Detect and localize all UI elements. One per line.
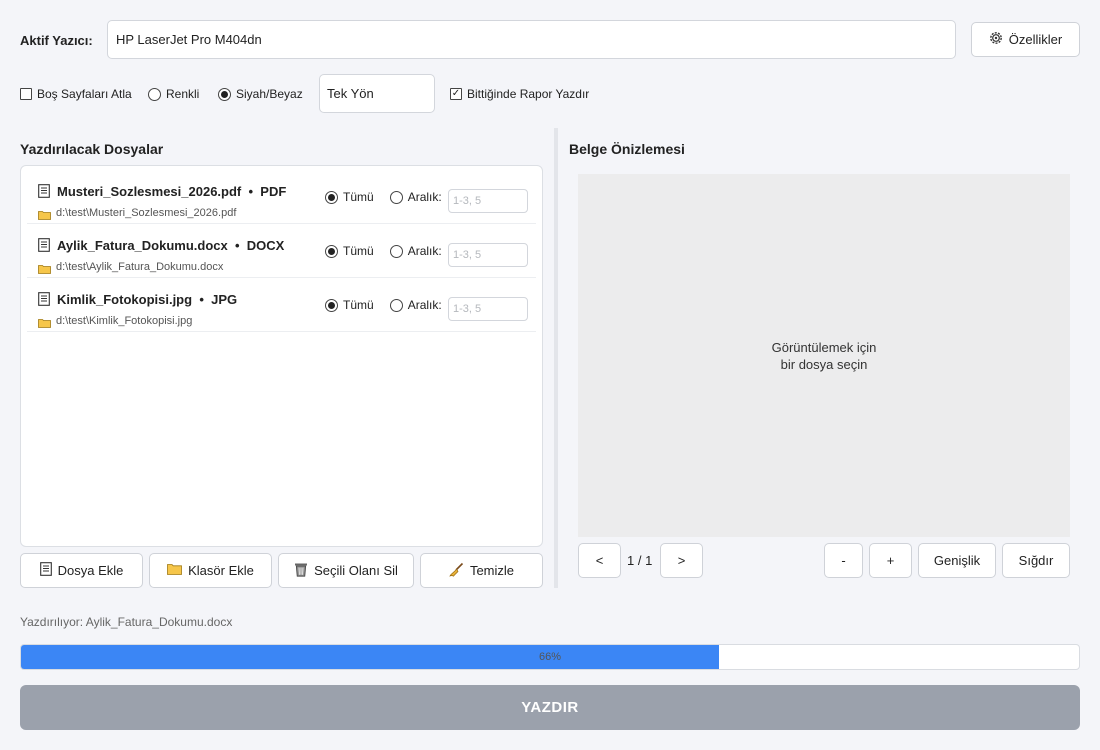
next-page-button[interactable]: > [660,543,703,578]
fit-page-button[interactable]: Sığdır [1002,543,1070,578]
clear-label: Temizle [469,563,515,578]
properties-label: Özellikler [1008,32,1063,47]
file-name: Aylik_Fatura_Dokumu.docx • DOCX [57,238,285,253]
color-radio[interactable] [148,87,161,101]
document-icon [39,562,52,579]
page-indicator: 1 / 1 [627,553,653,568]
file-path: d:\test\Aylik_Fatura_Dokumu.docx [56,261,224,273]
properties-button[interactable]: Özellikler [971,22,1080,57]
all-pages-label: Tümü [343,244,374,258]
range-input[interactable]: 1-3, 5 [448,297,528,321]
report-checkbox[interactable]: ✓ [450,88,462,100]
document-icon [38,184,50,201]
file-name: Kimlik_Fotokopisi.jpg • JPG [57,292,238,307]
progress-bar: 66% [20,644,1080,670]
add-folder-label: Klasör Ekle [188,563,254,578]
bw-label: Siyah/Beyaz [236,87,303,101]
page-mode-options: Tümü Aralık: [325,298,442,312]
gear-icon [989,31,1003,48]
folder-icon [167,563,183,578]
add-file-button[interactable]: Dosya Ekle [20,553,143,588]
zoom-in-button[interactable]: + [869,543,912,578]
report-option[interactable]: ✓ Bittiğinde Rapor Yazdır [450,87,589,101]
progress-text: 66% [538,651,562,663]
preview-placeholder-line1: Görüntülemek için [771,339,877,355]
range-radio[interactable] [389,244,403,258]
page-mode-options: Tümü Aralık: [325,190,442,204]
all-pages-radio[interactable] [325,190,338,204]
document-icon [38,238,50,255]
add-folder-button[interactable]: Klasör Ekle [149,553,272,588]
preview-title: Belge Önizlemesi [569,141,685,157]
file-path: d:\test\Kimlik_Fotokopisi.jpg [56,315,193,327]
bw-option[interactable]: Siyah/Beyaz [218,87,303,101]
print-button[interactable]: YAZDIR [20,685,1080,730]
all-pages-radio[interactable] [325,244,338,258]
document-icon [38,292,50,309]
printer-label: Aktif Yazıcı: [20,33,93,48]
file-row[interactable]: Musteri_Sozlesmesi_2026.pdf • PDF d:\tes… [27,170,536,224]
color-label: Renkli [166,87,200,101]
skip-blank-option[interactable]: Boş Sayfaları Atla [20,87,132,101]
files-section-title: Yazdırılacak Dosyalar [20,141,164,157]
range-label: Aralık: [407,244,442,258]
broom-icon [449,562,464,580]
range-radio[interactable] [389,298,403,312]
zoom-out-button[interactable]: - [824,543,863,578]
preview-placeholder-line2: bir dosya seçin [780,356,868,372]
range-input[interactable]: 1-3, 5 [448,243,528,267]
skip-blank-checkbox[interactable] [20,88,32,100]
delete-selected-button[interactable]: Seçili Olanı Sil [278,553,414,588]
panel-splitter[interactable] [554,128,558,588]
prev-page-button[interactable]: < [578,543,621,578]
files-list[interactable]: Musteri_Sozlesmesi_2026.pdf • PDF d:\tes… [20,165,543,547]
folder-icon [38,316,51,331]
file-row[interactable]: Kimlik_Fotokopisi.jpg • JPG d:\test\Kiml… [27,278,536,332]
trash-icon [294,562,308,580]
range-label: Aralık: [407,190,442,204]
bw-radio[interactable] [218,87,231,101]
all-pages-label: Tümü [343,298,374,312]
page-mode-options: Tümü Aralık: [325,244,442,258]
clear-button[interactable]: Temizle [420,553,543,588]
all-pages-label: Tümü [343,190,374,204]
duplex-select[interactable]: Tek Yön [319,74,435,113]
folder-icon [38,208,51,223]
delete-selected-label: Seçili Olanı Sil [314,563,398,578]
report-label: Bittiğinde Rapor Yazdır [467,87,590,101]
printer-field[interactable]: HP LaserJet Pro M404dn [107,20,956,59]
all-pages-radio[interactable] [325,298,338,312]
preview-area: Görüntülemek için bir dosya seçin [578,174,1070,537]
range-radio[interactable] [389,190,403,204]
add-file-label: Dosya Ekle [57,563,124,578]
skip-blank-label: Boş Sayfaları Atla [37,87,132,101]
status-text: Yazdırılıyor: Aylik_Fatura_Dokumu.docx [20,615,233,629]
file-row[interactable]: Aylik_Fatura_Dokumu.docx • DOCX d:\test\… [27,224,536,278]
fit-width-button[interactable]: Genişlik [918,543,996,578]
folder-icon [38,262,51,277]
file-name: Musteri_Sozlesmesi_2026.pdf • PDF [57,184,287,199]
file-path: d:\test\Musteri_Sozlesmesi_2026.pdf [56,207,237,219]
range-input[interactable]: 1-3, 5 [448,189,528,213]
color-option[interactable]: Renkli [148,87,199,101]
range-label: Aralık: [407,298,442,312]
